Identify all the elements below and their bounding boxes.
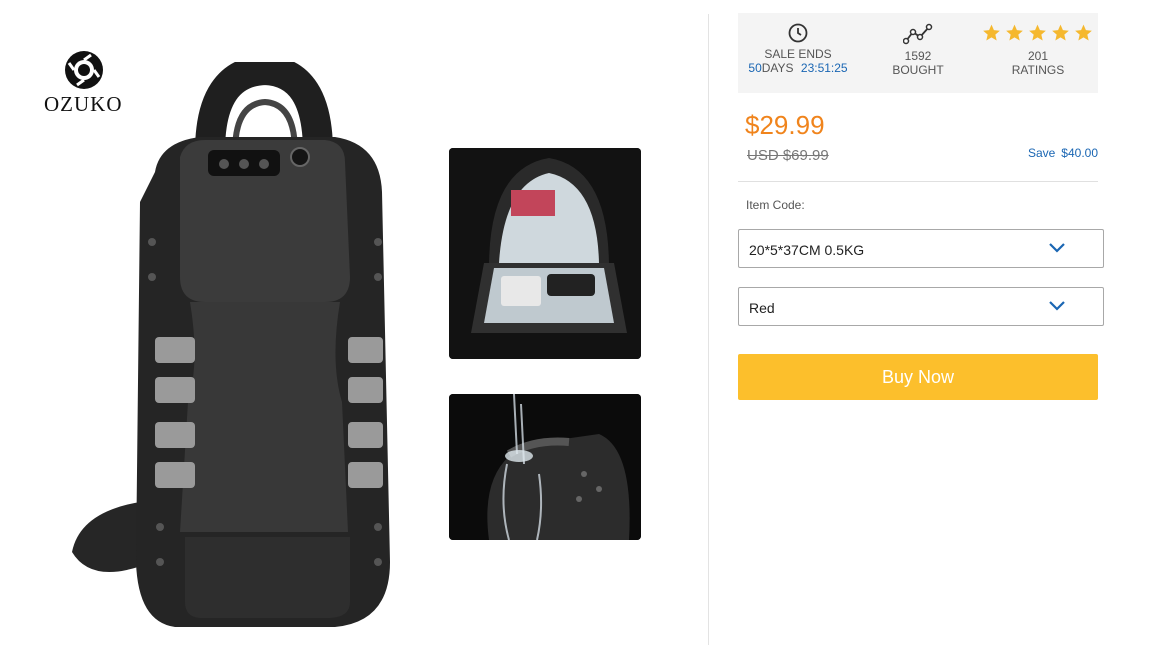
- star-icon: [1028, 24, 1046, 41]
- star-icon: [1005, 24, 1023, 41]
- open-backpack-image: [449, 148, 641, 359]
- bought-label: BOUGHT: [892, 63, 944, 77]
- sale-price: $29.99: [745, 110, 825, 140]
- save-amount: $40.00: [1061, 146, 1098, 160]
- original-price: USD $69.99: [747, 147, 829, 164]
- product-gallery: OZUKO: [0, 0, 708, 645]
- sale-time: 23:51:25: [800, 61, 848, 75]
- sale-countdown: 50DAYS 23:51:25: [738, 61, 858, 75]
- price-divider: [738, 181, 1098, 182]
- color-select[interactable]: Red: [738, 287, 1104, 326]
- thumbnail-waterproof[interactable]: [449, 394, 641, 540]
- stats-bar: SALE ENDS 50DAYS 23:51:25 1592 BOUGHT 20…: [738, 13, 1098, 93]
- size-select-value: 20*5*37CM 0.5KG: [749, 242, 865, 258]
- bought-stat: 1592 BOUGHT: [858, 13, 978, 93]
- chevron-down-icon: [1049, 243, 1065, 253]
- bought-count: 1592: [904, 49, 932, 63]
- item-code-label: Item Code:: [746, 198, 805, 212]
- trend-icon: [903, 23, 933, 45]
- main-product-image[interactable]: [60, 62, 405, 634]
- rating-stars: [978, 23, 1098, 45]
- star-icon: [1074, 24, 1092, 41]
- thumbnail-interior[interactable]: [449, 148, 641, 359]
- buy-now-button[interactable]: Buy Now: [738, 354, 1098, 400]
- ratings-label: RATINGS: [1011, 63, 1065, 77]
- sale-days-label: DAYS: [761, 61, 794, 75]
- save-label: Save: [1027, 146, 1056, 160]
- color-select-value: Red: [749, 300, 775, 316]
- star-icon: [982, 24, 1000, 41]
- savings-info: Save $40.00: [1028, 146, 1098, 160]
- size-select[interactable]: 20*5*37CM 0.5KG: [738, 229, 1104, 268]
- waterproof-backpack-image: [449, 394, 641, 540]
- star-icon: [1051, 24, 1069, 41]
- chevron-down-icon: [1049, 301, 1065, 311]
- sale-ends-label: SALE ENDS: [764, 47, 832, 61]
- panel-divider: [708, 14, 709, 645]
- sale-ends-stat: SALE ENDS 50DAYS 23:51:25: [738, 13, 858, 93]
- ratings-count: 201: [1027, 49, 1049, 63]
- clock-icon: [788, 23, 808, 43]
- sale-days: 50: [748, 61, 762, 75]
- ratings-stat: 201 RATINGS: [978, 13, 1098, 93]
